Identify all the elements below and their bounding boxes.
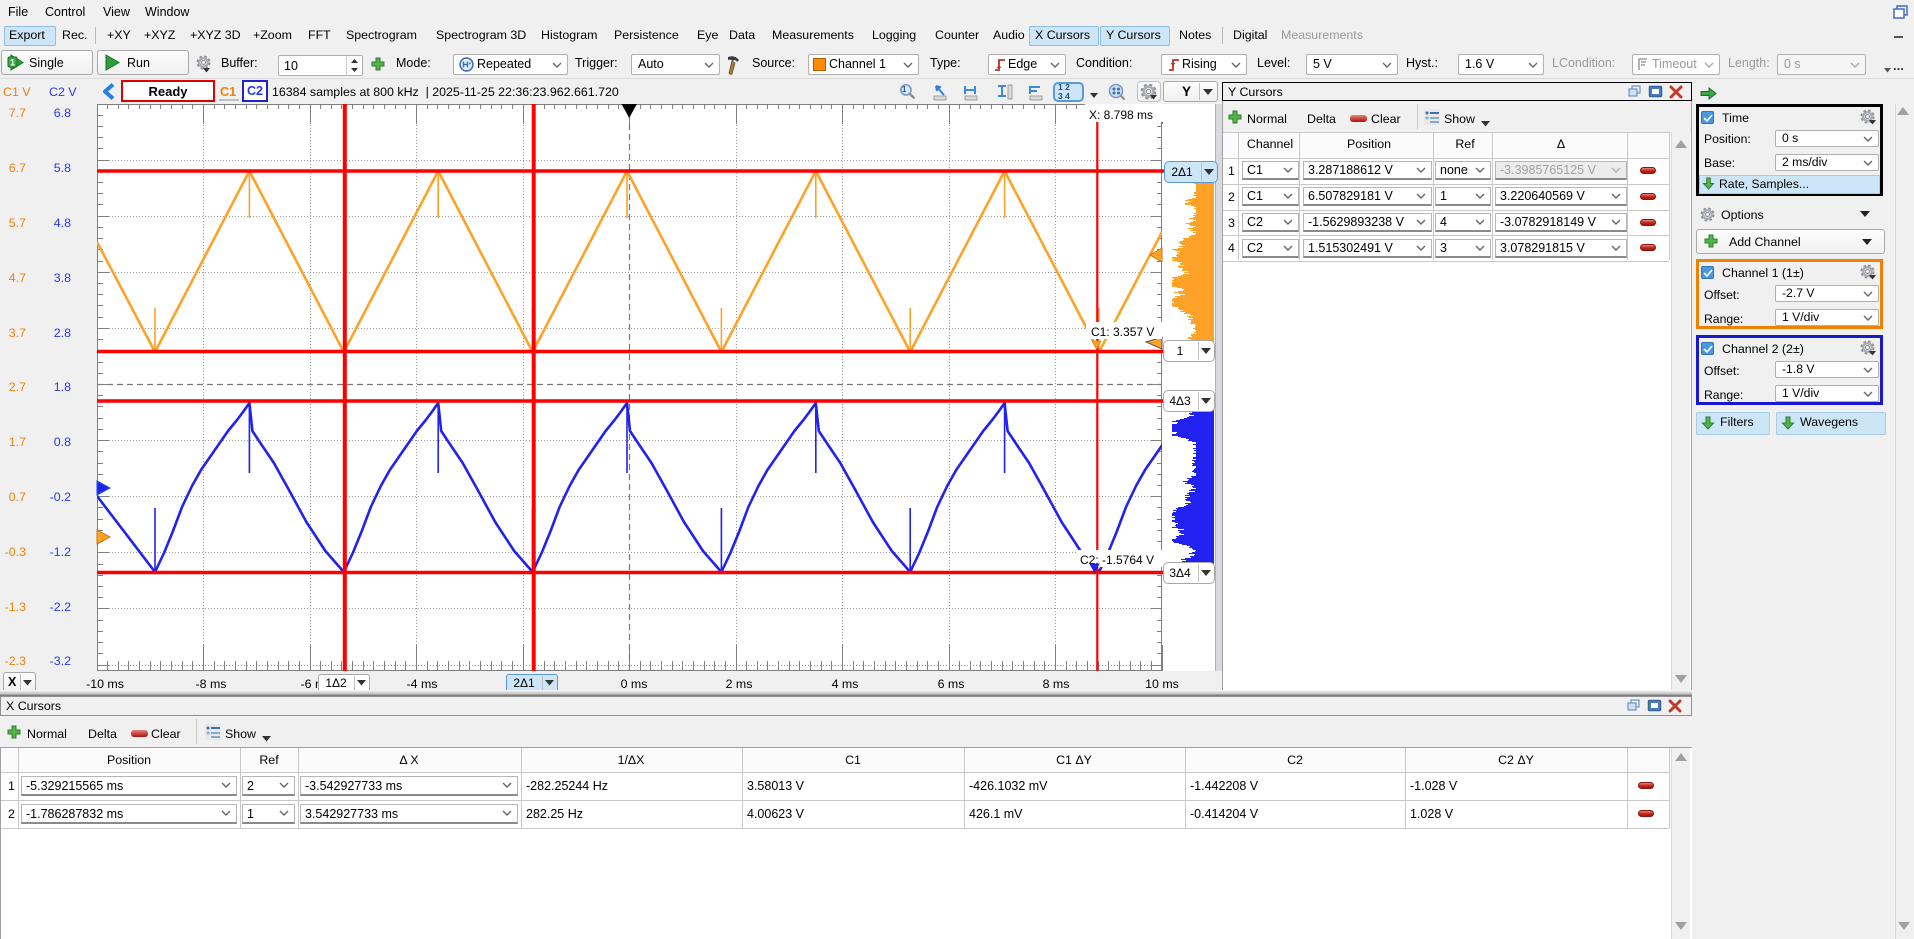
- svg-text:C1: 3.357 V: C1: 3.357 V: [1091, 325, 1154, 339]
- svg-text:X: 8.798 ms: X: 8.798 ms: [1089, 108, 1153, 122]
- svg-text:1: 1: [10, 58, 15, 68]
